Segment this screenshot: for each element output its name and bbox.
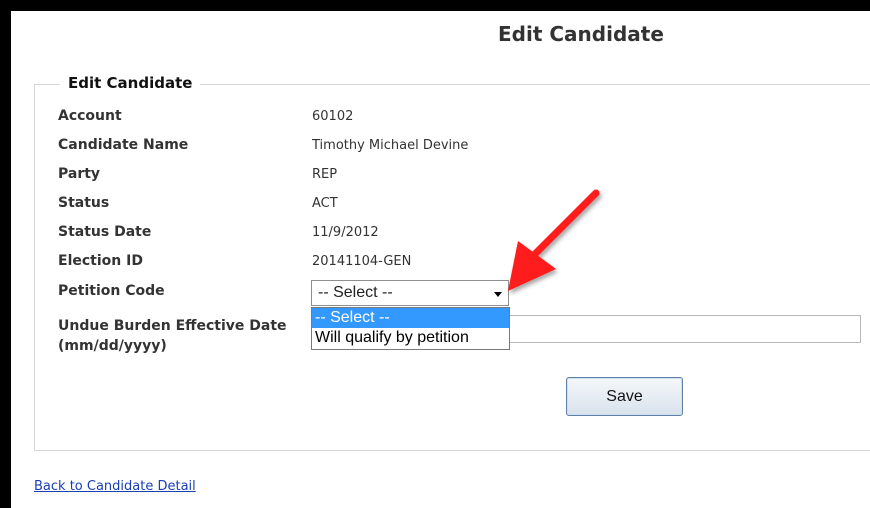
petition-code-selected-value: -- Select -- (318, 284, 393, 301)
undue-burden-label-line2: (mm/dd/yyyy) (58, 338, 167, 354)
undue-burden-label-line1: Undue Burden Effective Date (58, 318, 287, 334)
fieldset-legend: Edit Candidate (60, 74, 201, 92)
candidate-name-value: Timothy Michael Devine (312, 138, 469, 153)
undue-burden-label: Undue Burden Effective Date (mm/dd/yyyy) (58, 316, 287, 356)
party-value: REP (312, 167, 338, 182)
petition-code-select[interactable]: -- Select -- (311, 280, 509, 306)
undue-burden-date-input[interactable] (510, 315, 861, 343)
status-date-label: Status Date (58, 224, 152, 240)
annotation-arrow-icon (508, 189, 600, 291)
status-label: Status (58, 195, 110, 211)
election-id-value: 20141104-GEN (312, 254, 412, 269)
status-date-value: 11/9/2012 (312, 225, 379, 240)
back-to-candidate-detail-link[interactable]: Back to Candidate Detail (34, 479, 196, 494)
candidate-name-label: Candidate Name (58, 137, 189, 153)
account-label: Account (58, 108, 122, 124)
save-button[interactable]: Save (566, 377, 683, 416)
petition-code-dropdown-list: -- Select -- Will qualify by petition (311, 307, 510, 350)
dropdown-option-select[interactable]: -- Select -- (312, 308, 509, 328)
election-id-label: Election ID (58, 253, 143, 269)
party-label: Party (58, 166, 101, 182)
status-value: ACT (312, 196, 338, 211)
dropdown-option-will-qualify[interactable]: Will qualify by petition (312, 328, 509, 348)
window-frame-left (0, 0, 11, 508)
petition-code-label: Petition Code (58, 283, 165, 299)
page-title: Edit Candidate (498, 22, 664, 46)
account-value: 60102 (312, 109, 354, 124)
window-frame-top (0, 0, 870, 11)
